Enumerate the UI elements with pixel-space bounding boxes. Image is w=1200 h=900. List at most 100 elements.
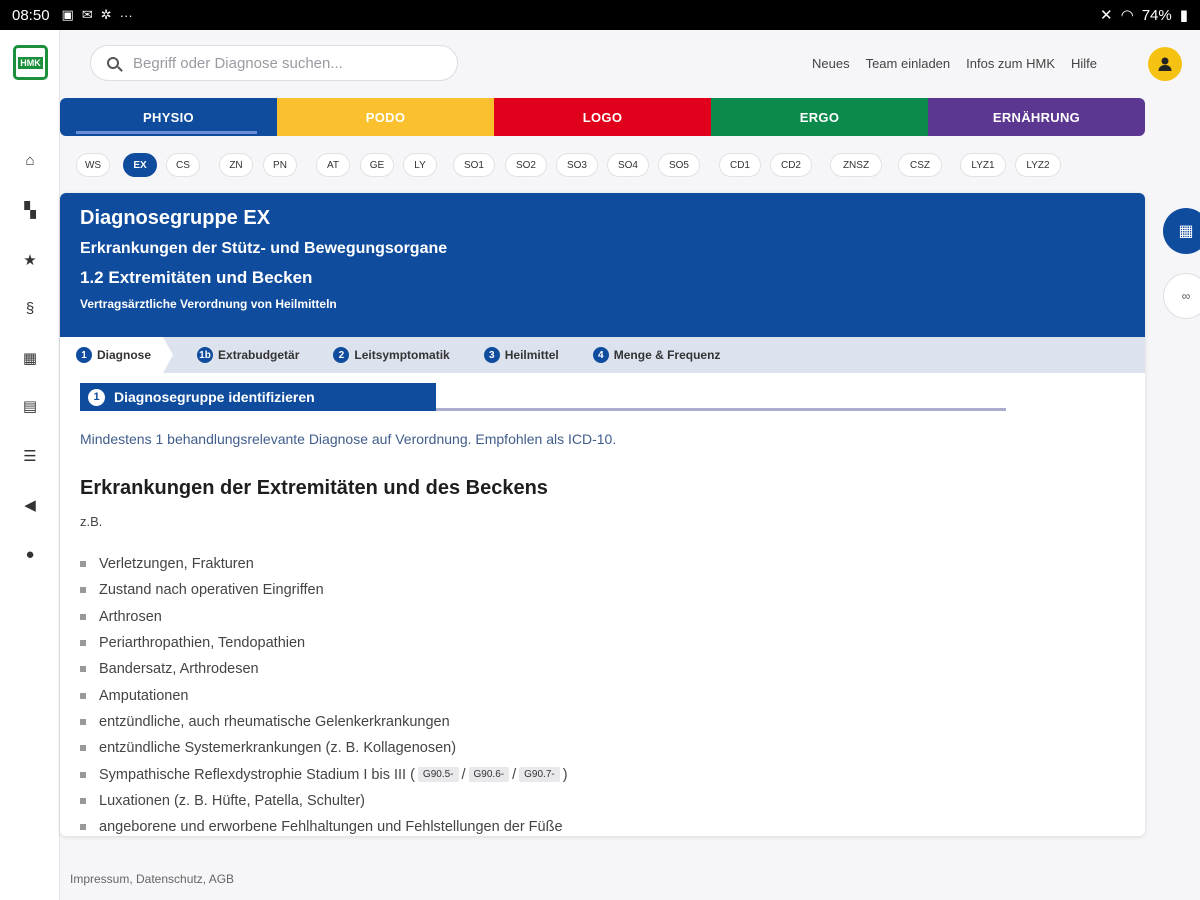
icd-code[interactable]: G90.5- — [417, 767, 459, 783]
status-time: 08:50 — [12, 6, 50, 24]
list-item: entzündliche, auch rheumatische Gelenker… — [80, 709, 1125, 735]
footer-links[interactable]: Impressum, Datenschutz, AGB — [70, 872, 234, 886]
list-item: Verletzungen, Frakturen — [80, 551, 1125, 577]
step-label: Extrabudgetär — [218, 348, 300, 362]
step-label: Menge & Frequenz — [613, 348, 721, 362]
avatar[interactable] — [1148, 47, 1182, 81]
card-subtitle: Erkrankungen der Stütz- und Bewegungsorg… — [80, 240, 448, 257]
mail-icon: ✉ — [81, 7, 93, 22]
chip-zn[interactable]: ZN — [219, 153, 253, 177]
chip-ws[interactable]: WS — [76, 153, 110, 177]
chip-pn[interactable]: PN — [263, 153, 297, 177]
link-hilfe[interactable]: Hilfe — [1071, 56, 1097, 71]
star-icon[interactable]: ★ — [20, 250, 40, 270]
tab-logo[interactable]: LOGO — [494, 98, 711, 136]
chip-so3[interactable]: SO3 — [556, 153, 598, 177]
link-fab-button[interactable]: ∞ — [1163, 273, 1200, 319]
list-item: Periarthropathien, Tendopathien — [80, 630, 1125, 656]
paragraph-icon[interactable]: § — [20, 298, 40, 318]
search-icon — [107, 57, 119, 69]
discipline-tabs: PHYSIO PODO LOGO ERGO ERNÄHRUNG — [60, 98, 1145, 136]
step-number: 1b — [197, 347, 214, 363]
step-heilmittel[interactable]: 3 Heilmittel — [483, 347, 559, 363]
link-neues[interactable]: Neues — [812, 56, 850, 71]
top-links: Neues Team einladen Infos zum HMK Hilfe — [812, 56, 1097, 71]
diagnosis-list: Verletzungen, Frakturen Zustand nach ope… — [80, 551, 1125, 836]
app-logo[interactable]: HMK — [13, 45, 48, 80]
book-icon[interactable]: ▚ — [20, 200, 40, 220]
chip-cs[interactable]: CS — [166, 153, 200, 177]
step-label: Leitsymptomatik — [354, 348, 450, 362]
section-number: 1 — [88, 388, 105, 406]
gallery-icon: ▣ — [61, 7, 74, 22]
list-item: Arthrosen — [80, 604, 1125, 630]
chip-cd1[interactable]: CD1 — [719, 153, 761, 177]
chip-so5[interactable]: SO5 — [658, 153, 700, 177]
icd-code[interactable]: G90.6- — [468, 767, 510, 783]
left-navigation-rail: HMK ⌂ ▚ ★ § ▦ ▤ ☰ ◀ ● — [0, 30, 60, 900]
list-icon[interactable]: ☰ — [20, 446, 40, 466]
mute-icon: ✕ — [1100, 7, 1113, 24]
step-number: 4 — [592, 347, 609, 363]
section-title: 1 Diagnosegruppe identifizieren — [80, 383, 1006, 411]
chip-ex[interactable]: EX — [123, 153, 157, 177]
link-team-einladen[interactable]: Team einladen — [866, 56, 951, 71]
code-separator: / — [461, 766, 466, 783]
chip-at[interactable]: AT — [316, 153, 350, 177]
step-number: 2 — [333, 347, 350, 363]
chip-ge[interactable]: GE — [360, 153, 394, 177]
calculator-icon: ▦ — [1178, 223, 1194, 240]
search-box[interactable] — [90, 45, 458, 81]
list-item: Sympathische Reflexdystrophie Stadium I … — [80, 761, 1125, 787]
list-item: entzündliche Systemerkrankungen (z. B. K… — [80, 735, 1125, 761]
chip-so1[interactable]: SO1 — [453, 153, 495, 177]
chip-lyz1[interactable]: LYZ1 — [960, 153, 1006, 177]
chip-ly[interactable]: LY — [403, 153, 437, 177]
link-infos-hmk[interactable]: Infos zum HMK — [966, 56, 1055, 71]
step-number: 3 — [483, 347, 500, 363]
wifi-icon: ◠ — [1120, 7, 1134, 24]
calculator-fab-button[interactable]: ▦ — [1163, 208, 1200, 254]
battery-level: 74% — [1141, 6, 1172, 24]
link-icon: ∞ — [1181, 289, 1191, 303]
chip-lyz2[interactable]: LYZ2 — [1015, 153, 1061, 177]
tab-ernaehrung[interactable]: ERNÄHRUNG — [928, 98, 1145, 136]
diagnosis-card: Diagnosegruppe EX Erkrankungen der Stütz… — [60, 193, 1145, 836]
home-icon[interactable]: ⌂ — [20, 150, 40, 170]
search-input[interactable] — [133, 54, 433, 72]
tab-ergo[interactable]: ERGO — [711, 98, 928, 136]
chip-so2[interactable]: SO2 — [505, 153, 547, 177]
user-icon[interactable]: ● — [20, 544, 40, 564]
page-title: Diagnosegruppe EX — [80, 207, 271, 229]
battery-icon: ▮ — [1179, 7, 1188, 24]
tab-physio[interactable]: PHYSIO — [60, 98, 277, 136]
card-section: 1.2 Extremitäten und Becken — [80, 268, 313, 287]
card-header: Diagnosegruppe EX Erkrankungen der Stütz… — [60, 193, 1145, 337]
tab-podo[interactable]: PODO — [277, 98, 494, 136]
list-item: Luxationen (z. B. Hüfte, Patella, Schult… — [80, 788, 1125, 814]
settings-icon: ✲ — [100, 7, 112, 22]
card-content: 1 Diagnosegruppe identifizieren Mindeste… — [60, 373, 1145, 836]
step-number: 1 — [76, 347, 92, 363]
chip-so4[interactable]: SO4 — [607, 153, 649, 177]
chip-cd2[interactable]: CD2 — [770, 153, 812, 177]
status-bar: 08:50 ▣ ✉ ✲ ··· ✕ ◠ 74% ▮ — [0, 0, 1200, 30]
megaphone-icon[interactable]: ◀ — [20, 495, 40, 515]
step-extrabudgetaer[interactable]: 1b Extrabudgetär — [197, 347, 299, 363]
chip-csz[interactable]: CSZ — [898, 153, 942, 177]
step-leitsymptomatik[interactable]: 2 Leitsymptomatik — [333, 347, 450, 363]
icd-code[interactable]: G90.7- — [519, 767, 560, 783]
card-note: Vertragsärztliche Verordnung von Heilmit… — [80, 297, 337, 311]
section-title-label: Diagnosegruppe identifizieren — [114, 389, 315, 405]
item-text: Sympathische Reflexdystrophie Stadium I … — [99, 766, 415, 783]
chip-znsz[interactable]: ZNSZ — [830, 153, 882, 177]
category-heading: Erkrankungen der Extremitäten und des Be… — [80, 477, 548, 499]
step-menge-frequenz[interactable]: 4 Menge & Frequenz — [592, 347, 721, 363]
list-item: Zustand nach operativen Eingriffen — [80, 577, 1125, 603]
document-icon[interactable]: ▤ — [20, 396, 40, 416]
calculator-icon[interactable]: ▦ — [20, 348, 40, 368]
step-diagnose[interactable]: 1 Diagnose — [60, 337, 174, 373]
logo-text: HMK — [18, 56, 43, 69]
more-icon: ··· — [119, 7, 133, 23]
example-label: z.B. — [80, 514, 103, 529]
